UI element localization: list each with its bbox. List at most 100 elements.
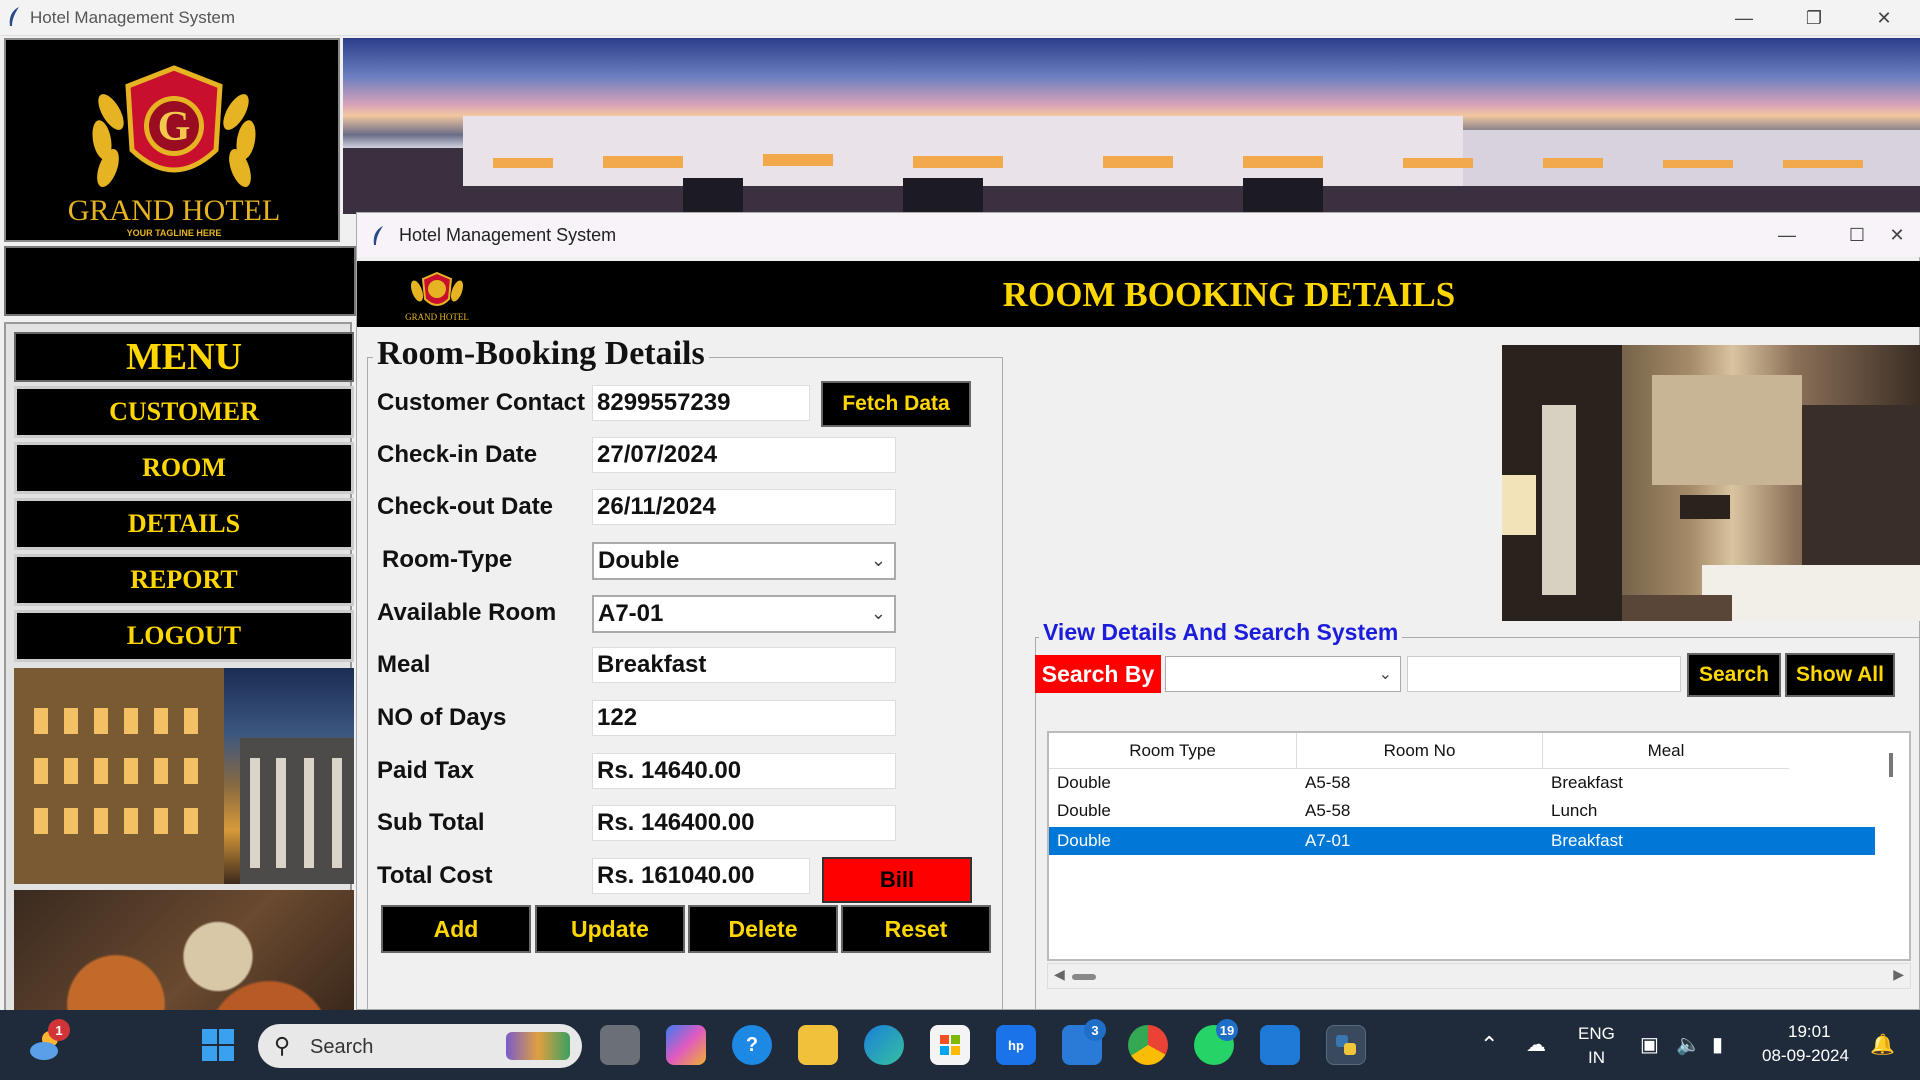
network-icon[interactable]: ▣ xyxy=(1640,1032,1659,1057)
paid-tax-label: Paid Tax xyxy=(377,757,474,784)
meal-input[interactable]: Breakfast xyxy=(592,647,896,683)
cell-room-no: A5-58 xyxy=(1305,773,1351,792)
restore-button[interactable]: ❐ xyxy=(1784,0,1844,36)
region-indicator[interactable]: IN xyxy=(1588,1048,1605,1068)
battery-icon[interactable]: ▮ xyxy=(1712,1032,1723,1057)
horizontal-scrollbar[interactable]: ◀ ▶ xyxy=(1047,963,1911,989)
weather-badge: 1 xyxy=(48,1019,70,1041)
fetch-data-button[interactable]: Fetch Data xyxy=(821,381,971,427)
delete-button[interactable]: Delete xyxy=(688,905,838,953)
onedrive-icon[interactable]: ☁ xyxy=(1526,1032,1546,1057)
python-icon[interactable] xyxy=(1326,1025,1366,1065)
store-icon[interactable] xyxy=(930,1025,970,1065)
child-window-title: Hotel Management System xyxy=(399,225,617,245)
available-room-select[interactable]: A7-01 ⌄ xyxy=(592,595,896,633)
whatsapp-icon[interactable]: 19 xyxy=(1194,1019,1238,1065)
vertical-scrollbar[interactable] xyxy=(1889,753,1893,777)
room-type-value: Double xyxy=(598,547,680,574)
search-text-input[interactable] xyxy=(1407,656,1681,692)
myhp-icon[interactable]: hp xyxy=(996,1025,1036,1065)
main-titlebar: Hotel Management System — ❐ ✕ xyxy=(0,0,1920,36)
checkin-date-label: Check-in Date xyxy=(377,441,538,468)
close-button[interactable]: ✕ xyxy=(1854,0,1914,36)
menu-logout-button[interactable]: LOGOUT xyxy=(14,610,354,662)
menu-room-button[interactable]: ROOM xyxy=(14,442,354,494)
table-row[interactable]: Double A5-58 Breakfast xyxy=(1049,769,1875,797)
help-icon[interactable]: ? xyxy=(732,1025,772,1065)
column-header-room-no[interactable]: Room No xyxy=(1297,733,1543,769)
minimize-icon: — xyxy=(1778,224,1796,245)
customer-contact-input[interactable]: 8299557239 xyxy=(592,385,810,421)
show-all-button[interactable]: Show All xyxy=(1785,653,1895,697)
chevron-up-icon[interactable]: ⌃ xyxy=(1480,1032,1498,1058)
scroll-thumb[interactable] xyxy=(1072,974,1096,980)
cell-room-no: A5-58 xyxy=(1305,801,1351,820)
search-icon: ⚲ xyxy=(274,1033,291,1058)
volume-icon[interactable]: 🔈 xyxy=(1676,1032,1701,1057)
column-header-meal[interactable]: Meal xyxy=(1543,733,1789,769)
copilot-icon[interactable] xyxy=(666,1025,706,1065)
bill-button[interactable]: Bill xyxy=(822,857,972,903)
scroll-left-icon[interactable]: ◀ xyxy=(1054,966,1065,983)
table-row[interactable]: Double A5-58 Lunch xyxy=(1049,797,1875,825)
weather-icon[interactable]: 1 xyxy=(26,1019,70,1065)
grand-hotel-logo: G GRAND HOTEL YOUR TAGLINE HERE xyxy=(4,38,340,242)
laurel-crest-icon: G GRAND HOTEL YOUR TAGLINE HERE xyxy=(68,65,280,238)
taskbar: 1 ⚲ Search ? hp 3 19 ⌃ ☁ ENG IN ▣ 🔈 ▮ 19… xyxy=(0,1010,1920,1080)
search-button[interactable]: Search xyxy=(1687,653,1781,697)
language-indicator[interactable]: ENG xyxy=(1578,1024,1615,1044)
edge-icon[interactable] xyxy=(864,1025,904,1065)
mail-badge: 3 xyxy=(1084,1019,1106,1041)
total-cost-label: Total Cost xyxy=(377,862,493,889)
booking-table[interactable]: Room Type Room No Meal Double A5-58 Brea… xyxy=(1047,731,1911,961)
checkin-date-input[interactable]: 27/07/2024 xyxy=(592,437,896,473)
vscode-icon[interactable] xyxy=(1260,1025,1300,1065)
update-button[interactable]: Update xyxy=(535,905,685,953)
chevron-down-icon: ⌄ xyxy=(1378,666,1392,683)
reset-button[interactable]: Reset xyxy=(841,905,991,953)
notification-bell-icon[interactable]: 🔔 xyxy=(1870,1032,1895,1057)
available-room-label: Available Room xyxy=(377,599,557,626)
windows-start-icon[interactable] xyxy=(198,1025,238,1065)
search-by-select[interactable]: ⌄ xyxy=(1165,656,1401,692)
checkout-date-label: Check-out Date xyxy=(377,493,554,520)
child-minimize-button[interactable]: — xyxy=(1757,217,1817,253)
menu-details-button[interactable]: DETAILS xyxy=(14,498,354,550)
svg-text:GRAND HOTEL: GRAND HOTEL xyxy=(68,194,280,227)
cell-meal: Breakfast xyxy=(1551,773,1623,792)
cell-meal: Lunch xyxy=(1551,801,1598,820)
close-icon: ✕ xyxy=(1876,7,1892,28)
clock-time[interactable]: 19:01 xyxy=(1788,1022,1831,1042)
room-type-select[interactable]: Double ⌄ xyxy=(592,542,896,580)
file-explorer-icon[interactable] xyxy=(798,1025,838,1065)
search-by-label: Search By xyxy=(1035,655,1161,693)
chrome-icon[interactable] xyxy=(1128,1025,1168,1065)
scroll-right-icon[interactable]: ▶ xyxy=(1893,966,1904,983)
cell-meal: Breakfast xyxy=(1551,831,1623,850)
taskbar-search-box[interactable]: ⚲ Search xyxy=(258,1024,582,1068)
total-cost-input[interactable]: Rs. 161040.00 xyxy=(592,858,810,894)
mail-icon[interactable]: 3 xyxy=(1062,1019,1106,1065)
checkout-date-input[interactable]: 26/11/2024 xyxy=(592,489,896,525)
restore-icon: ❐ xyxy=(1805,7,1823,28)
table-row-selected[interactable]: Double A7-01 Breakfast xyxy=(1049,827,1875,855)
available-room-value: A7-01 xyxy=(598,600,664,627)
no-of-days-input[interactable]: 122 xyxy=(592,700,896,736)
column-header-room-type[interactable]: Room Type xyxy=(1049,733,1297,769)
booking-header-title: ROOM BOOKING DETAILS xyxy=(1002,275,1456,314)
svg-text:G: G xyxy=(158,104,191,150)
clock-date[interactable]: 08-09-2024 xyxy=(1762,1046,1849,1066)
form-legend: Room-Booking Details xyxy=(373,335,709,373)
menu-report-button[interactable]: REPORT xyxy=(14,554,354,606)
hotel-exterior-image xyxy=(14,668,354,884)
child-close-button[interactable]: ✕ xyxy=(1867,217,1920,253)
menu-customer-button[interactable]: CUSTOMER xyxy=(14,386,354,438)
paid-tax-input[interactable]: Rs. 14640.00 xyxy=(592,753,896,789)
add-button[interactable]: Add xyxy=(381,905,531,953)
minimize-button[interactable]: — xyxy=(1714,0,1774,36)
task-view-icon[interactable] xyxy=(600,1025,640,1065)
minimize-icon: — xyxy=(1735,7,1753,28)
cell-room-type: Double xyxy=(1057,801,1111,820)
sub-total-input[interactable]: Rs. 146400.00 xyxy=(592,805,896,841)
search-legend: View Details And Search System xyxy=(1039,619,1403,646)
